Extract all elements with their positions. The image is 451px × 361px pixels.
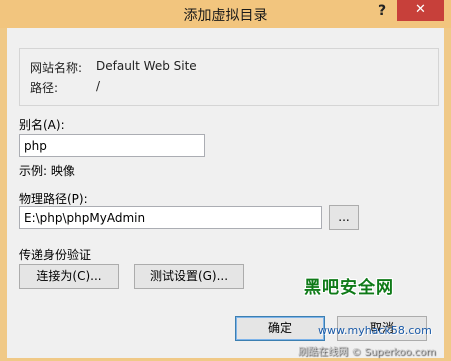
close-button[interactable]: ✕ <box>397 0 444 21</box>
pass-through-auth-label: 传递身份验证 <box>19 248 92 262</box>
path-value: / <box>96 79 101 93</box>
watermark-logo: 黑吧安全网 <box>304 278 394 298</box>
dialog-body: 网站名称: Default Web Site 路径: / 别名(A): 示例: … <box>7 28 444 358</box>
physical-path-label: 物理路径(P): <box>19 192 88 206</box>
alias-input[interactable] <box>19 134 205 157</box>
test-settings-button[interactable]: 测试设置(G)... <box>134 264 244 289</box>
watermark-footer: 刷酷在线网 © Superkoo.com <box>298 347 436 358</box>
site-name-label: 网站名称: <box>30 61 83 75</box>
browse-button[interactable]: ... <box>329 205 359 230</box>
site-info-box: 网站名称: Default Web Site 路径: / <box>19 48 439 106</box>
title-bar[interactable]: 添加虚拟目录 ? ✕ <box>0 0 451 28</box>
alias-label: 别名(A): <box>19 118 65 132</box>
physical-path-input[interactable] <box>19 206 322 229</box>
watermark-url: www.myhack58.com <box>318 324 432 337</box>
path-label: 路径: <box>30 81 59 95</box>
connect-as-button[interactable]: 连接为(C)... <box>19 264 119 289</box>
site-name-value: Default Web Site <box>96 59 197 73</box>
alias-example: 示例: 映像 <box>19 164 75 178</box>
ok-button[interactable]: 确定 <box>235 316 325 341</box>
add-virtual-directory-dialog: 添加虚拟目录 ? ✕ 网站名称: Default Web Site 路径: / … <box>0 0 451 361</box>
help-button[interactable]: ? <box>372 3 392 21</box>
